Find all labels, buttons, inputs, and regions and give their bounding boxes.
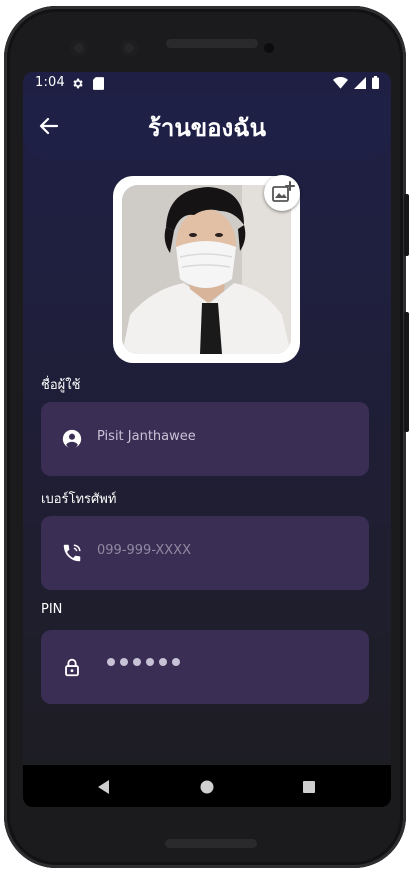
- page-title: ร้านของฉัน: [147, 114, 267, 142]
- power-button: [404, 194, 409, 256]
- bottom-speaker: [165, 839, 257, 848]
- phone-input: 099-999-XXXX: [97, 543, 191, 558]
- sd-card-icon: [93, 77, 104, 90]
- back-triangle-icon[interactable]: [96, 779, 112, 795]
- front-camera: [70, 39, 88, 57]
- username-value: Pisit Janthawee: [97, 429, 196, 444]
- username-field[interactable]: Pisit Janthawee: [41, 402, 369, 476]
- system-nav-bar: [23, 765, 391, 807]
- pin-dot: [146, 658, 154, 666]
- pin-dot: [120, 658, 128, 666]
- phone-field[interactable]: 099-999-XXXX: [41, 516, 369, 590]
- status-bar: 1:04: [23, 72, 391, 94]
- top-speaker: [166, 39, 258, 48]
- app-bar: ร้านของฉัน: [23, 94, 391, 160]
- pin-field[interactable]: [41, 630, 369, 704]
- pin-dot: [172, 658, 180, 666]
- lock-icon: [65, 658, 79, 677]
- signal-icon: [354, 76, 366, 89]
- wifi-icon: [333, 76, 348, 89]
- pin-dot: [133, 658, 141, 666]
- recents-square-icon[interactable]: [301, 779, 317, 795]
- account-circle-icon: [62, 429, 82, 449]
- proximity-sensor: [264, 43, 274, 53]
- home-circle-icon[interactable]: [199, 779, 215, 795]
- pin-dot: [159, 658, 167, 666]
- screen: 1:04 ร้านของฉัน ชื่อผู้ใช้ Pisit Janthaw…: [23, 72, 391, 807]
- username-label: ชื่อผู้ใช้: [41, 378, 81, 393]
- pin-label: PIN: [41, 602, 63, 617]
- add-photo-button[interactable]: [264, 175, 300, 211]
- volume-button: [404, 312, 409, 432]
- front-sensor: [120, 39, 138, 57]
- status-time: 1:04: [35, 75, 65, 90]
- pin-masked-value: [107, 658, 180, 666]
- phone-icon: [63, 544, 81, 562]
- settings-icon: [73, 78, 83, 89]
- add-photo-icon: [272, 181, 295, 202]
- pin-dot: [107, 658, 115, 666]
- battery-icon: [372, 76, 379, 89]
- phone-label: เบอร์โทรศัพท์: [41, 492, 117, 507]
